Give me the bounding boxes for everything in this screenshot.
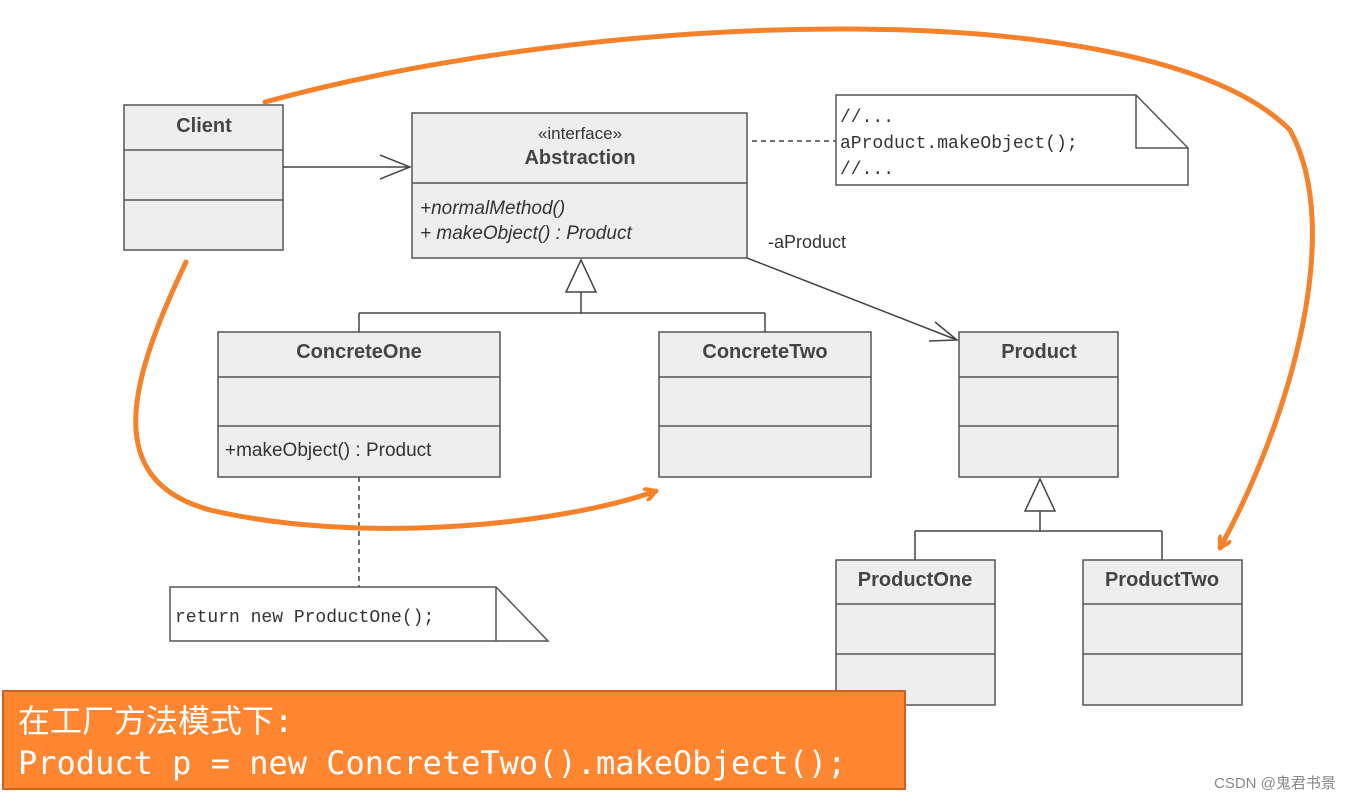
- class-client[interactable]: Client: [123, 104, 284, 251]
- operation: +normalMethod(): [420, 198, 565, 219]
- operation: + makeObject() : Product: [420, 223, 632, 244]
- note-concrete-one: return new ProductOne();: [169, 586, 550, 642]
- uml-diagram: Client «interface» Abstraction +normalMe…: [123, 26, 1315, 706]
- watermark: CSDN @鬼君书景: [1214, 775, 1336, 792]
- note-line: //...: [840, 160, 894, 180]
- class-product-two[interactable]: ProductTwo: [1082, 559, 1243, 706]
- class-name: ProductOne: [858, 569, 972, 591]
- note-abstraction: //... aProduct.makeObject(); //...: [835, 94, 1189, 186]
- operation: +makeObject() : Product: [225, 440, 432, 461]
- stereotype: «interface»: [538, 124, 622, 143]
- class-name: ProductTwo: [1105, 569, 1219, 591]
- class-concrete-one[interactable]: ConcreteOne +makeObject() : Product: [217, 331, 501, 478]
- association-abstraction-product: [746, 257, 960, 342]
- class-name: ConcreteTwo: [702, 341, 827, 363]
- class-name: Abstraction: [524, 147, 635, 169]
- class-name: Client: [176, 115, 232, 137]
- note-line: aProduct.makeObject();: [840, 134, 1078, 154]
- class-name: ConcreteOne: [296, 341, 422, 363]
- association-label: -aProduct: [768, 232, 846, 252]
- class-product-one[interactable]: ProductOne: [835, 559, 996, 706]
- generalization-abstraction: [358, 258, 766, 332]
- class-name: Product: [1001, 341, 1077, 363]
- note-line: return new ProductOne();: [175, 608, 434, 628]
- generalization-product: [914, 477, 1163, 560]
- banner-code: Product p = new ConcreteTwo().makeObject…: [18, 744, 847, 782]
- banner-line: 在工厂方法模式下:: [18, 702, 294, 740]
- explanation-banner: 在工厂方法模式下: Product p = new ConcreteTwo().…: [2, 690, 906, 790]
- class-product[interactable]: Product: [958, 331, 1119, 478]
- note-line: //...: [840, 108, 894, 128]
- association-client-abstraction: [283, 154, 413, 180]
- class-abstraction[interactable]: «interface» Abstraction +normalMethod() …: [411, 112, 748, 259]
- class-concrete-two[interactable]: ConcreteTwo: [658, 331, 872, 478]
